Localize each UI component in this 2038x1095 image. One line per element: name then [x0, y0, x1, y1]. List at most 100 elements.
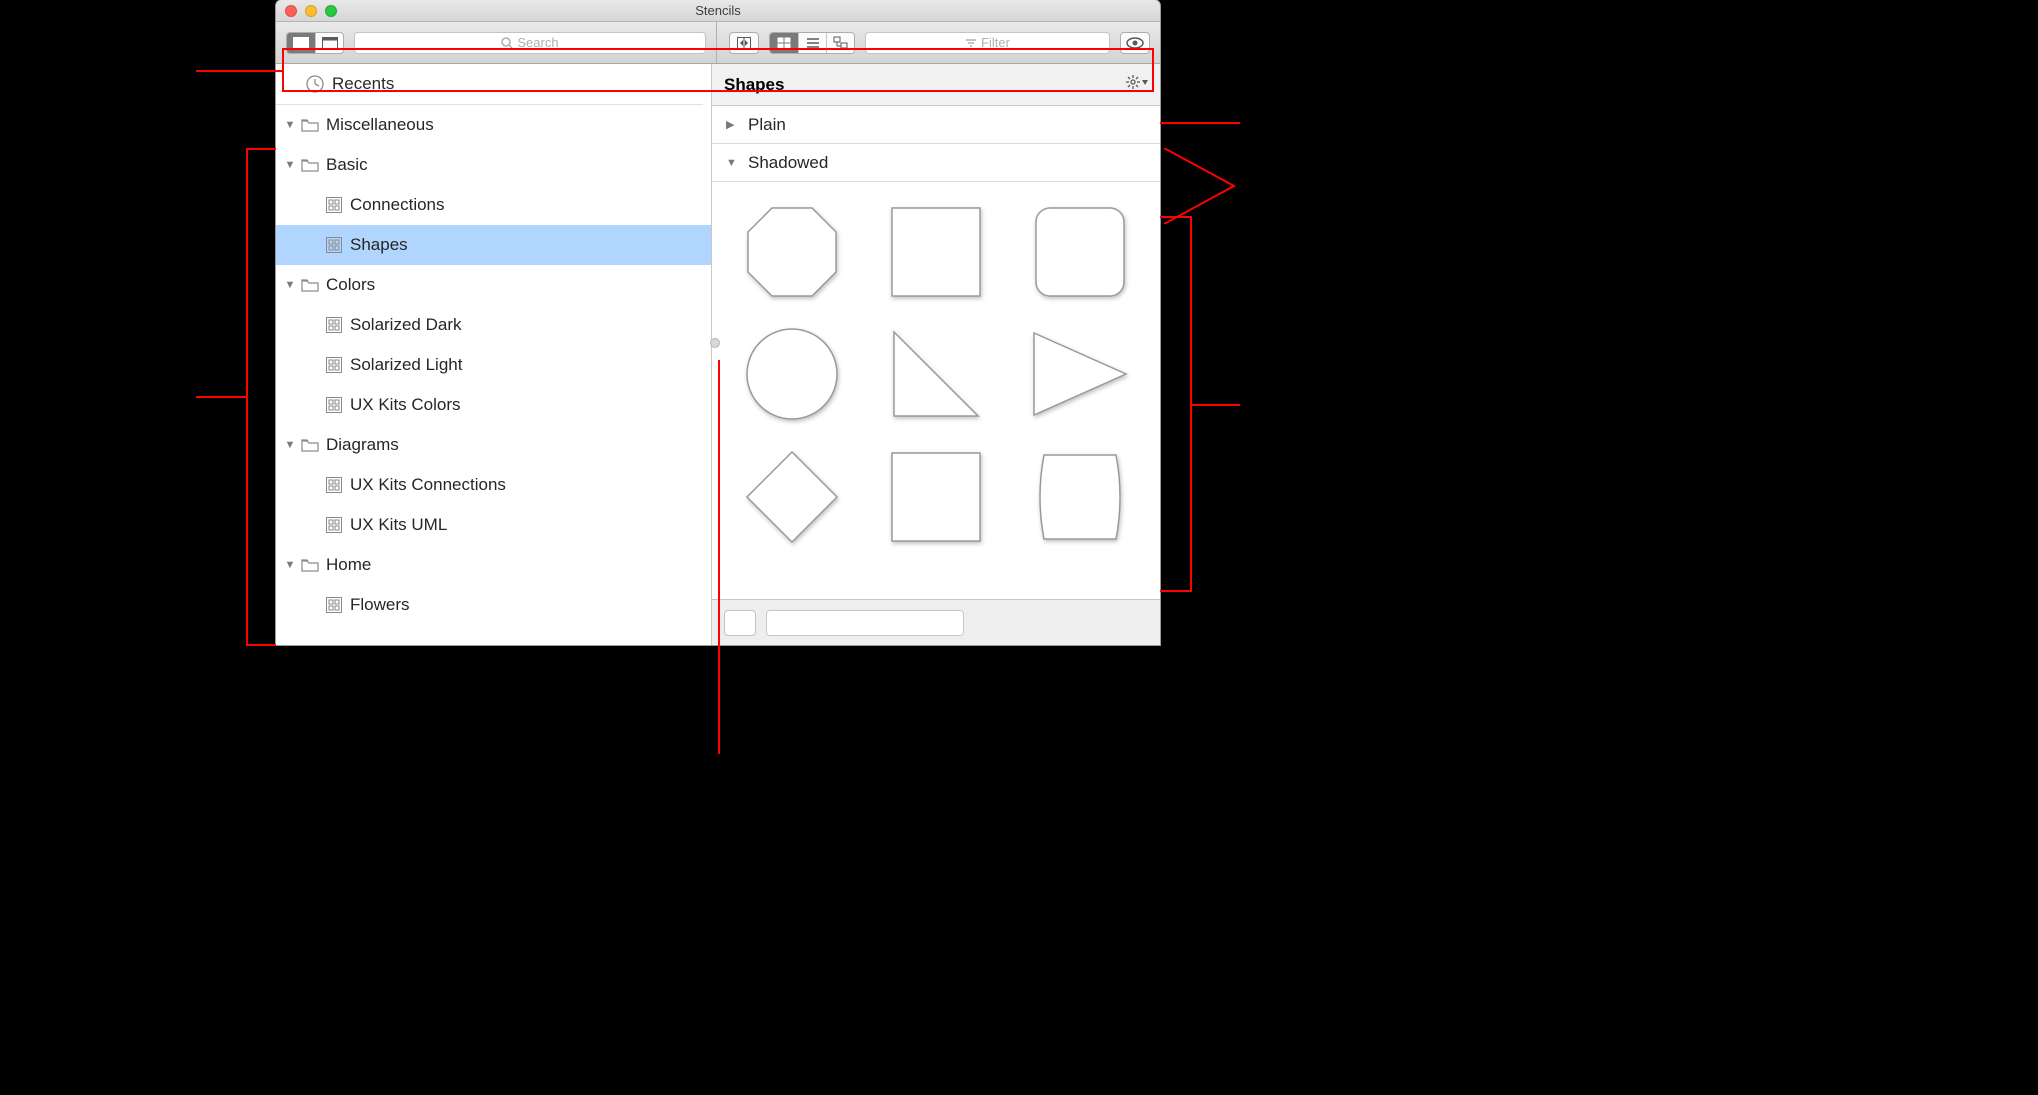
view-mode-toggle	[769, 32, 855, 54]
toolbar-divider	[716, 22, 717, 63]
shape-rounded-square[interactable]	[1026, 204, 1134, 300]
toolbar: Search Filter	[276, 22, 1160, 64]
folder-label: Basic	[322, 155, 368, 175]
annotation-bracket-tree-bot	[246, 644, 276, 646]
stencil-row[interactable]: UX Kits Connections	[276, 465, 711, 505]
disclosure-triangle-icon[interactable]: ▼	[726, 157, 738, 169]
filter-input[interactable]: Filter	[865, 32, 1110, 54]
annotation-caret-sections	[1164, 148, 1244, 224]
sidebar-left-icon	[293, 37, 309, 49]
stencil-library-sidebar: Recents ▼ Miscellaneous ▼ Basic Connections S…	[276, 64, 712, 645]
stencil-row[interactable]: UX Kits UML	[276, 505, 711, 545]
disclosure-triangle-icon[interactable]: ▼	[282, 119, 298, 131]
stencil-row[interactable]: Solarized Light	[276, 345, 711, 385]
window-title: Stencils	[276, 3, 1160, 18]
shape-triangle-right-pointing[interactable]	[1026, 326, 1134, 422]
stencil-icon	[322, 517, 346, 533]
annotation-line-toolbar	[196, 70, 282, 72]
sidebar-layout-single-button[interactable]	[315, 33, 343, 53]
sidebar-view-toggle	[286, 32, 344, 54]
folder-icon	[298, 438, 322, 452]
stencil-panel: Shapes ▶Plain▼Shadowed	[712, 64, 1160, 645]
section-row[interactable]: ▼ Shadowed	[712, 144, 1160, 182]
folder-row[interactable]: ▼ Miscellaneous	[276, 105, 711, 145]
outline-view-button[interactable]	[826, 33, 854, 53]
stencil-label: Flowers	[346, 595, 410, 615]
folder-row[interactable]: ▼ Diagrams	[276, 425, 711, 465]
library-tree: ▼ Miscellaneous ▼ Basic Connections Shapes ▼ Co…	[276, 105, 711, 645]
stencil-label: Solarized Light	[346, 355, 462, 375]
stencil-row[interactable]: Shapes	[276, 225, 711, 265]
shape-square-2[interactable]	[882, 448, 990, 546]
folder-row[interactable]: ▼ Colors	[276, 265, 711, 305]
filter-placeholder: Filter	[981, 35, 1010, 50]
clock-icon	[306, 75, 324, 93]
gear-icon	[1126, 75, 1148, 89]
folder-icon	[298, 158, 322, 172]
window-body: Recents ▼ Miscellaneous ▼ Basic Connections S…	[276, 64, 1160, 645]
list-view-button[interactable]	[798, 33, 826, 53]
panel-actions-menu[interactable]	[1126, 75, 1148, 94]
stencil-label: Shapes	[346, 235, 408, 255]
shape-name-input[interactable]	[766, 610, 964, 636]
stencil-label: UX Kits UML	[346, 515, 447, 535]
window-icon	[322, 37, 338, 49]
search-icon	[501, 37, 513, 49]
section-row[interactable]: ▶ Plain	[712, 106, 1160, 144]
folder-icon	[298, 118, 322, 132]
search-placeholder: Search	[517, 35, 558, 50]
grid-view-button[interactable]	[770, 33, 798, 53]
panel-footer	[712, 599, 1160, 645]
titlebar: Stencils	[276, 0, 1160, 22]
stencil-row[interactable]: Solarized Dark	[276, 305, 711, 345]
stencil-label: UX Kits Connections	[346, 475, 506, 495]
section-label: Shadowed	[748, 153, 828, 173]
collapse-sidebar-button[interactable]	[729, 32, 759, 54]
stencil-row[interactable]: Connections	[276, 185, 711, 225]
preview-toggle-button[interactable]	[1120, 32, 1150, 54]
folder-icon	[298, 558, 322, 572]
stencil-icon	[322, 477, 346, 493]
disclosure-triangle-icon[interactable]: ▼	[282, 279, 298, 291]
stencils-window: Stencils Search	[276, 0, 1160, 645]
recents-item[interactable]: Recents	[276, 64, 703, 105]
stencil-icon	[322, 597, 346, 613]
list-icon	[806, 37, 820, 49]
folder-label: Home	[322, 555, 371, 575]
outline-icon	[833, 36, 849, 50]
search-input[interactable]: Search	[354, 32, 706, 54]
shape-barrel[interactable]	[1026, 448, 1134, 546]
folder-label: Colors	[322, 275, 375, 295]
shape-diamond[interactable]	[738, 448, 846, 546]
eye-icon	[1126, 37, 1144, 49]
shape-circle[interactable]	[738, 326, 846, 422]
folder-label: Diagrams	[322, 435, 399, 455]
section-label: Plain	[748, 115, 786, 135]
annotation-bracket-tree-top	[246, 148, 276, 150]
disclosure-triangle-icon[interactable]: ▼	[282, 439, 298, 451]
collapse-icon	[737, 37, 751, 49]
stencil-icon	[322, 357, 346, 373]
filter-icon	[965, 38, 977, 48]
folder-row[interactable]: ▼ Home	[276, 545, 711, 585]
shape-octagon[interactable]	[738, 204, 846, 300]
disclosure-triangle-icon[interactable]: ▼	[282, 559, 298, 571]
recents-label: Recents	[332, 74, 394, 94]
folder-row[interactable]: ▼ Basic	[276, 145, 711, 185]
shape-square[interactable]	[882, 204, 990, 300]
shape-right-triangle[interactable]	[882, 326, 990, 422]
annotation-line-gear	[1160, 122, 1240, 124]
color-swatch[interactable]	[724, 610, 756, 636]
sidebar-layout-split-button[interactable]	[287, 33, 315, 53]
stencil-row[interactable]: UX Kits Colors	[276, 385, 711, 425]
stencil-label: Connections	[346, 195, 445, 215]
folder-label: Miscellaneous	[322, 115, 434, 135]
stencil-label: Solarized Dark	[346, 315, 462, 335]
folder-icon	[298, 278, 322, 292]
stencil-row[interactable]: Flowers	[276, 585, 711, 625]
disclosure-triangle-icon[interactable]: ▶	[726, 118, 738, 131]
annotation-line-grid	[1190, 404, 1240, 406]
disclosure-triangle-icon[interactable]: ▼	[282, 159, 298, 171]
panel-sections: ▶ Plain ▼ Shadowed	[712, 106, 1160, 182]
split-resize-handle[interactable]	[710, 338, 720, 348]
